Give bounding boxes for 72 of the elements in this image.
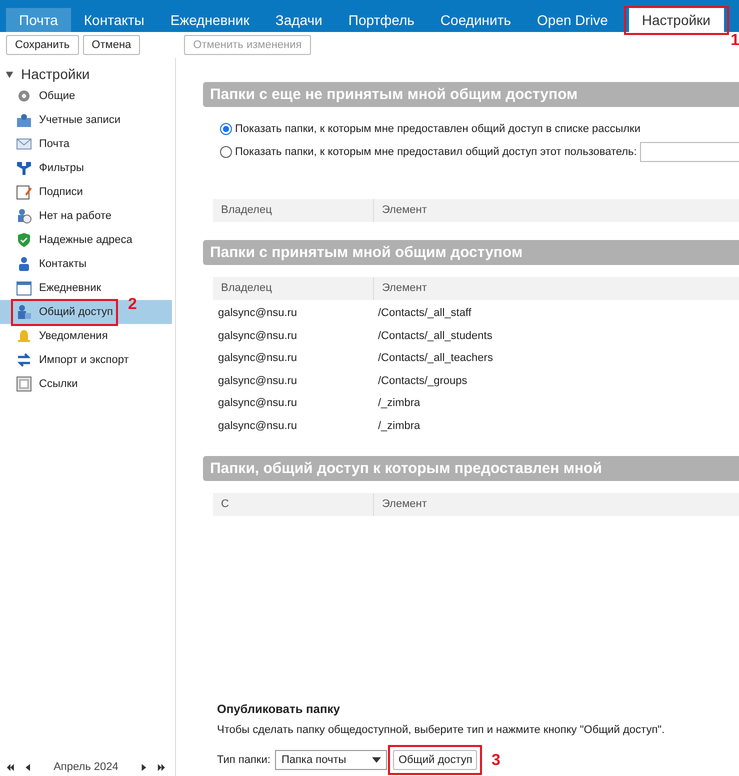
publish-description: Чтобы сделать папку общедоступной, выберите тип и нажмите кнопку "Общий доступ". [217, 724, 666, 736]
sidebar-item[interactable]: Ссылки [0, 372, 172, 396]
app-tab[interactable]: Соединить [427, 8, 524, 32]
table-cell-text: galsync@nsu.ru [217, 374, 298, 389]
table-cell-text: galsync@nsu.ru [217, 328, 298, 344]
section-header: Папки с еще не принятым мной общим доступом [203, 82, 739, 107]
person-clock-icon [16, 208, 32, 224]
app-tab[interactable]: Контакты [70, 8, 158, 32]
sidebar-item[interactable]: Общие [0, 84, 172, 108]
section-header: Папки, общий доступ к которым предоставлен мной [203, 456, 739, 481]
dropdown-caret-icon [372, 757, 382, 763]
double-right-arrow-icon[interactable] [157, 762, 166, 772]
table-cell-text: /_zimbra [377, 396, 420, 412]
table-cell-text: galsync@nsu.ru [217, 396, 298, 412]
sidebar-item[interactable]: Фильтры [0, 156, 172, 180]
radio-label[interactable]: Показать папки, к которым мне предоставил общий доступ этот пользователь: [235, 146, 637, 158]
table-cell-text: galsync@nsu.ru [217, 306, 298, 321]
app-tab[interactable]: Задачи [262, 8, 336, 32]
table-cell-text: /Contacts/_all_students [377, 328, 492, 344]
sidebar-item[interactable]: Учетные записи [0, 108, 172, 132]
sidebar-item[interactable]: Почта [0, 132, 172, 156]
sidebar-item[interactable]: Импорт и экспорт [0, 348, 172, 372]
callout-number: 1 [730, 32, 739, 50]
sidebar-item[interactable]: Подписи [0, 180, 172, 204]
signature-icon [16, 184, 32, 200]
splitter-handle[interactable] [175, 58, 176, 776]
publish-title: Опубликовать папку [217, 702, 341, 716]
radio-button[interactable] [220, 123, 232, 135]
collapse-triangle-icon[interactable] [5, 70, 14, 78]
gear-icon [16, 88, 32, 104]
table-cell-text: /Contacts/_all_teachers [377, 351, 493, 366]
table-cell-text: /_zimbra [377, 418, 420, 434]
shield-check-icon [16, 232, 32, 248]
bell-icon [16, 328, 32, 344]
section-header: Папки с принятым мной общим доступом [203, 240, 739, 265]
sidebar-title: Настройки [21, 66, 90, 82]
callout-number: 3 [491, 752, 500, 770]
table-cell-text: galsync@nsu.ru [217, 418, 298, 434]
table-cell-text: /Contacts/_all_staff [377, 306, 472, 321]
sidebar-item[interactable]: Нет на работе [0, 204, 172, 228]
column-header[interactable]: Элемент [374, 492, 427, 516]
folder-type-dropdown[interactable]: Папка почты [275, 750, 388, 770]
envelope-icon [16, 136, 32, 152]
calendar-icon [16, 280, 32, 296]
save-button[interactable]: Сохранить [6, 35, 79, 55]
column-header[interactable]: Владелец [213, 199, 374, 222]
person-icon [16, 256, 32, 272]
sidebar-item[interactable]: Надежные адреса [0, 228, 172, 252]
account-icon [16, 112, 32, 128]
share-button[interactable]: Общий доступ [393, 750, 478, 770]
radio-label[interactable]: Показать папки, к которым мне предоставлен общий доступ в списке рассылки [235, 123, 641, 135]
column-header[interactable]: Элемент [374, 199, 427, 222]
user-input-field[interactable] [640, 142, 739, 162]
folder-type-label: Тип папки: [217, 754, 270, 766]
app-tab[interactable]: Настройки [628, 8, 724, 32]
app-tab[interactable]: Open Drive [524, 8, 621, 32]
double-left-arrow-icon[interactable] [6, 762, 15, 772]
month-label: Апрель 2024 [54, 761, 118, 773]
column-header[interactable]: Владелец [213, 277, 374, 300]
radio-button[interactable] [220, 146, 232, 158]
column-header[interactable]: Элемент [374, 277, 427, 300]
app-tab[interactable]: Портфель [335, 8, 428, 32]
sidebar-item[interactable]: Контакты [0, 252, 172, 276]
column-header[interactable]: С [213, 492, 374, 516]
app-tab[interactable]: Ежедневник [157, 8, 262, 32]
people-icon [16, 304, 32, 320]
table-cell-text: /Contacts/_groups [377, 374, 468, 389]
table-cell-text: galsync@nsu.ru [217, 351, 298, 366]
cancel-button[interactable]: Отмена [82, 35, 140, 55]
filter-icon [16, 160, 32, 176]
sidebar-item[interactable]: Уведомления [0, 324, 172, 348]
arrows-icon [16, 352, 32, 368]
